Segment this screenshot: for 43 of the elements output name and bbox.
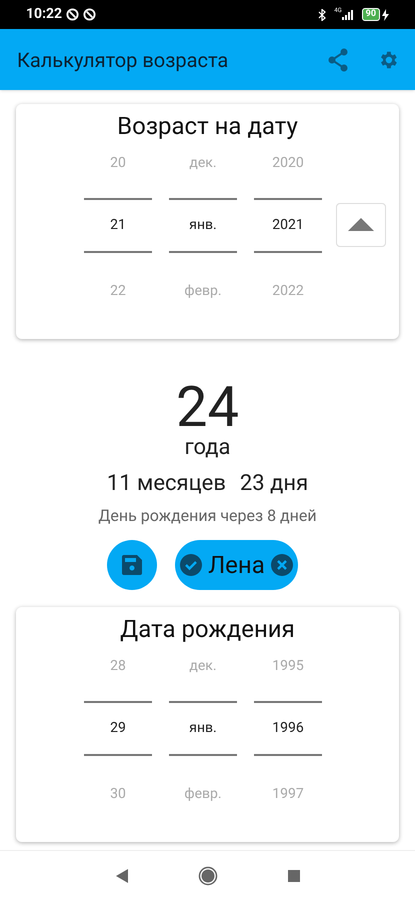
collapse-button[interactable] — [336, 202, 386, 246]
selected-value[interactable]: янв. — [189, 200, 217, 251]
save-icon — [122, 555, 142, 575]
charging-icon — [382, 8, 389, 20]
signal-icon — [342, 10, 354, 20]
picker-value[interactable]: февр. — [184, 776, 222, 812]
status-time: 10:22 — [26, 5, 62, 24]
bluetooth-icon — [318, 8, 326, 20]
picker-value[interactable]: февр. — [184, 273, 222, 309]
picker-value[interactable]: 22 — [110, 273, 126, 309]
picker-value[interactable]: 30 — [110, 776, 126, 812]
profile-chip[interactable]: Лена — [175, 540, 298, 590]
birthday-note: День рождения через 8 дней — [98, 505, 317, 527]
battery-level: 90 — [362, 8, 380, 21]
picker-value[interactable]: дек. — [189, 145, 217, 181]
selected-value[interactable]: 1996 — [272, 703, 304, 754]
picker-value[interactable]: 2022 — [272, 273, 304, 309]
close-icon[interactable] — [270, 554, 293, 576]
app-title: Калькулятор возраста — [17, 46, 230, 74]
years-value: 24 — [176, 379, 239, 435]
days-value: 23 дня — [240, 470, 308, 498]
selected-value[interactable]: янв. — [189, 703, 217, 754]
back-icon[interactable] — [116, 868, 128, 882]
recents-icon[interactable] — [288, 870, 300, 882]
notification-icon — [83, 8, 96, 21]
share-icon[interactable] — [327, 48, 349, 72]
card-title: Дата рождения — [120, 615, 295, 643]
picker-value[interactable]: дек. — [189, 648, 217, 684]
picker-value[interactable]: 1997 — [272, 776, 304, 812]
triangle-up-icon — [348, 218, 374, 231]
selected-value[interactable]: 29 — [110, 703, 126, 754]
home-icon[interactable] — [198, 866, 218, 886]
years-unit: года — [184, 435, 231, 461]
picker-value[interactable]: 28 — [110, 648, 126, 684]
picker-value[interactable]: 20 — [110, 145, 126, 181]
months-value: 11 месяцев — [106, 470, 226, 498]
selected-value[interactable]: 2021 — [272, 200, 304, 251]
picker-value[interactable]: 1995 — [272, 648, 304, 684]
card-title: Возраст на дату — [117, 112, 298, 140]
picker-value[interactable]: 2020 — [272, 145, 304, 181]
selected-value[interactable]: 21 — [110, 200, 126, 251]
check-icon — [180, 554, 202, 576]
notification-icon — [66, 8, 80, 21]
